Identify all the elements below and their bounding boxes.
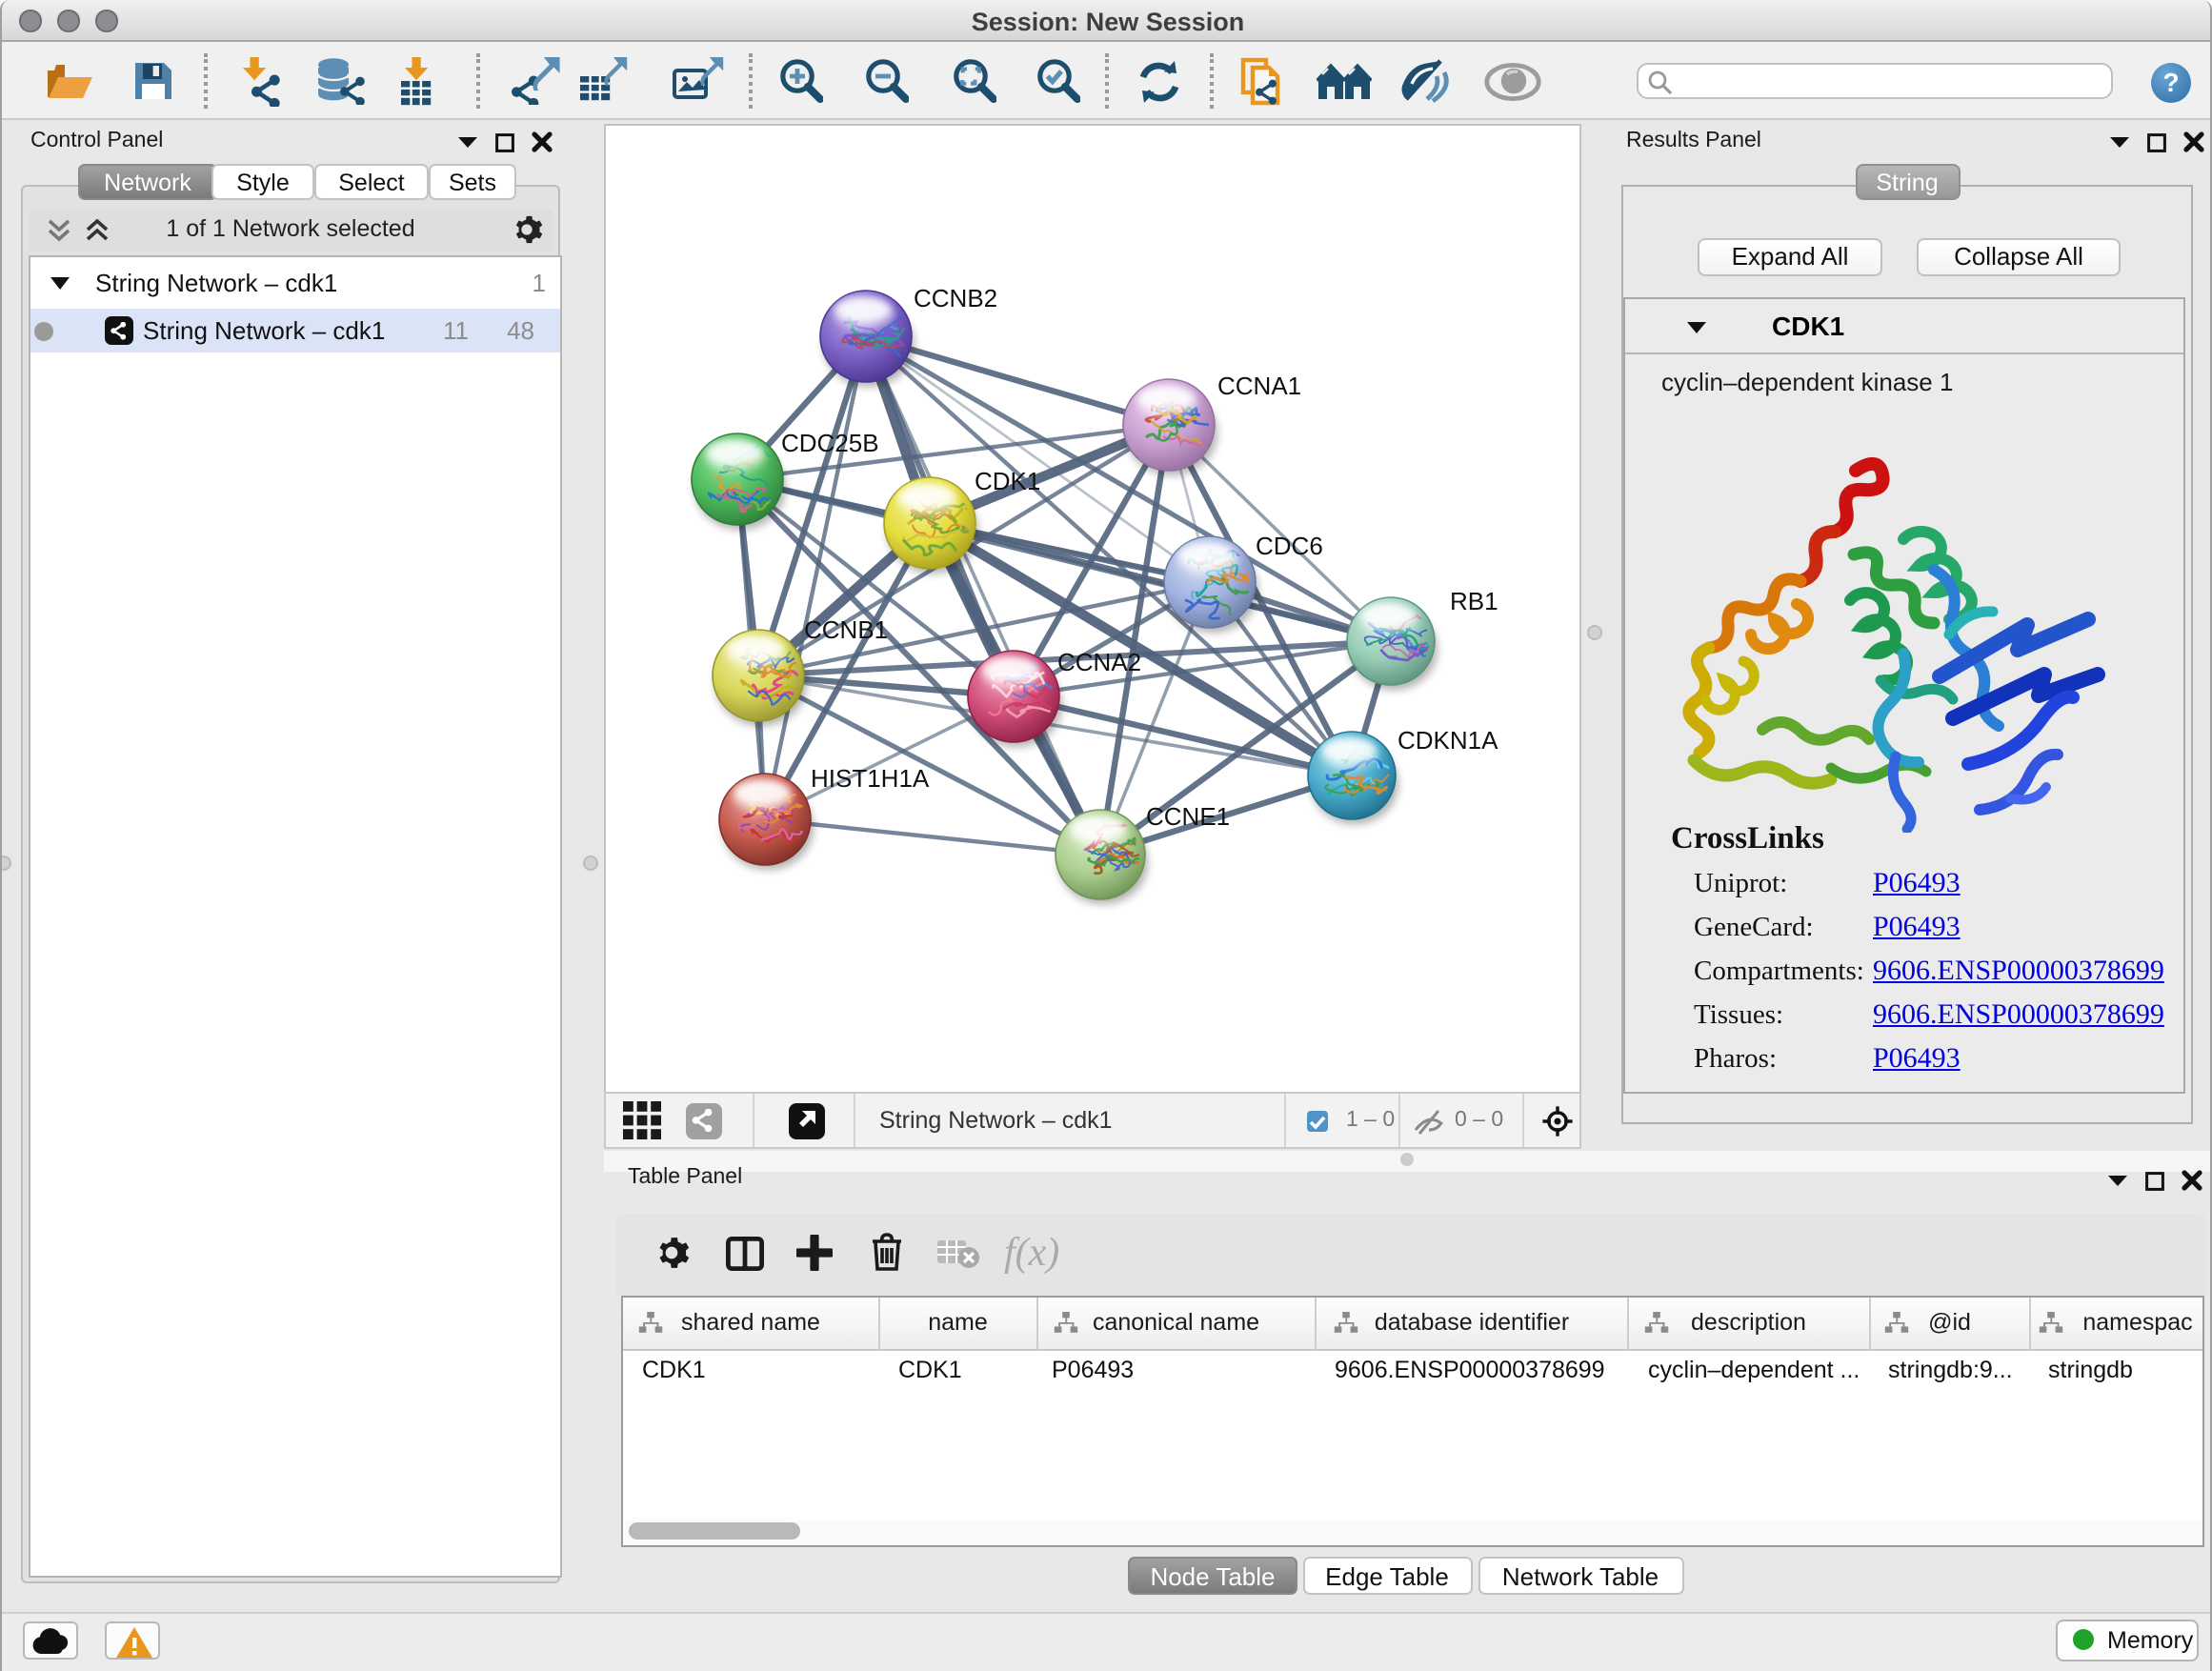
svg-text:RB1: RB1	[1449, 587, 1498, 615]
svg-text:CDC25B: CDC25B	[780, 429, 878, 457]
svg-text:CCNE1: CCNE1	[1145, 802, 1229, 831]
svg-text:CDC6: CDC6	[1255, 532, 1322, 560]
svg-text:CCNA2: CCNA2	[1056, 648, 1140, 676]
svg-text:CDK1: CDK1	[974, 467, 1039, 495]
svg-text:CCNA1: CCNA1	[1217, 372, 1300, 400]
svg-text:CDKN1A: CDKN1A	[1397, 726, 1498, 755]
svg-text:CCNB1: CCNB1	[803, 615, 887, 644]
svg-text:HIST1H1A: HIST1H1A	[810, 764, 929, 793]
svg-text:CCNB2: CCNB2	[913, 284, 996, 312]
